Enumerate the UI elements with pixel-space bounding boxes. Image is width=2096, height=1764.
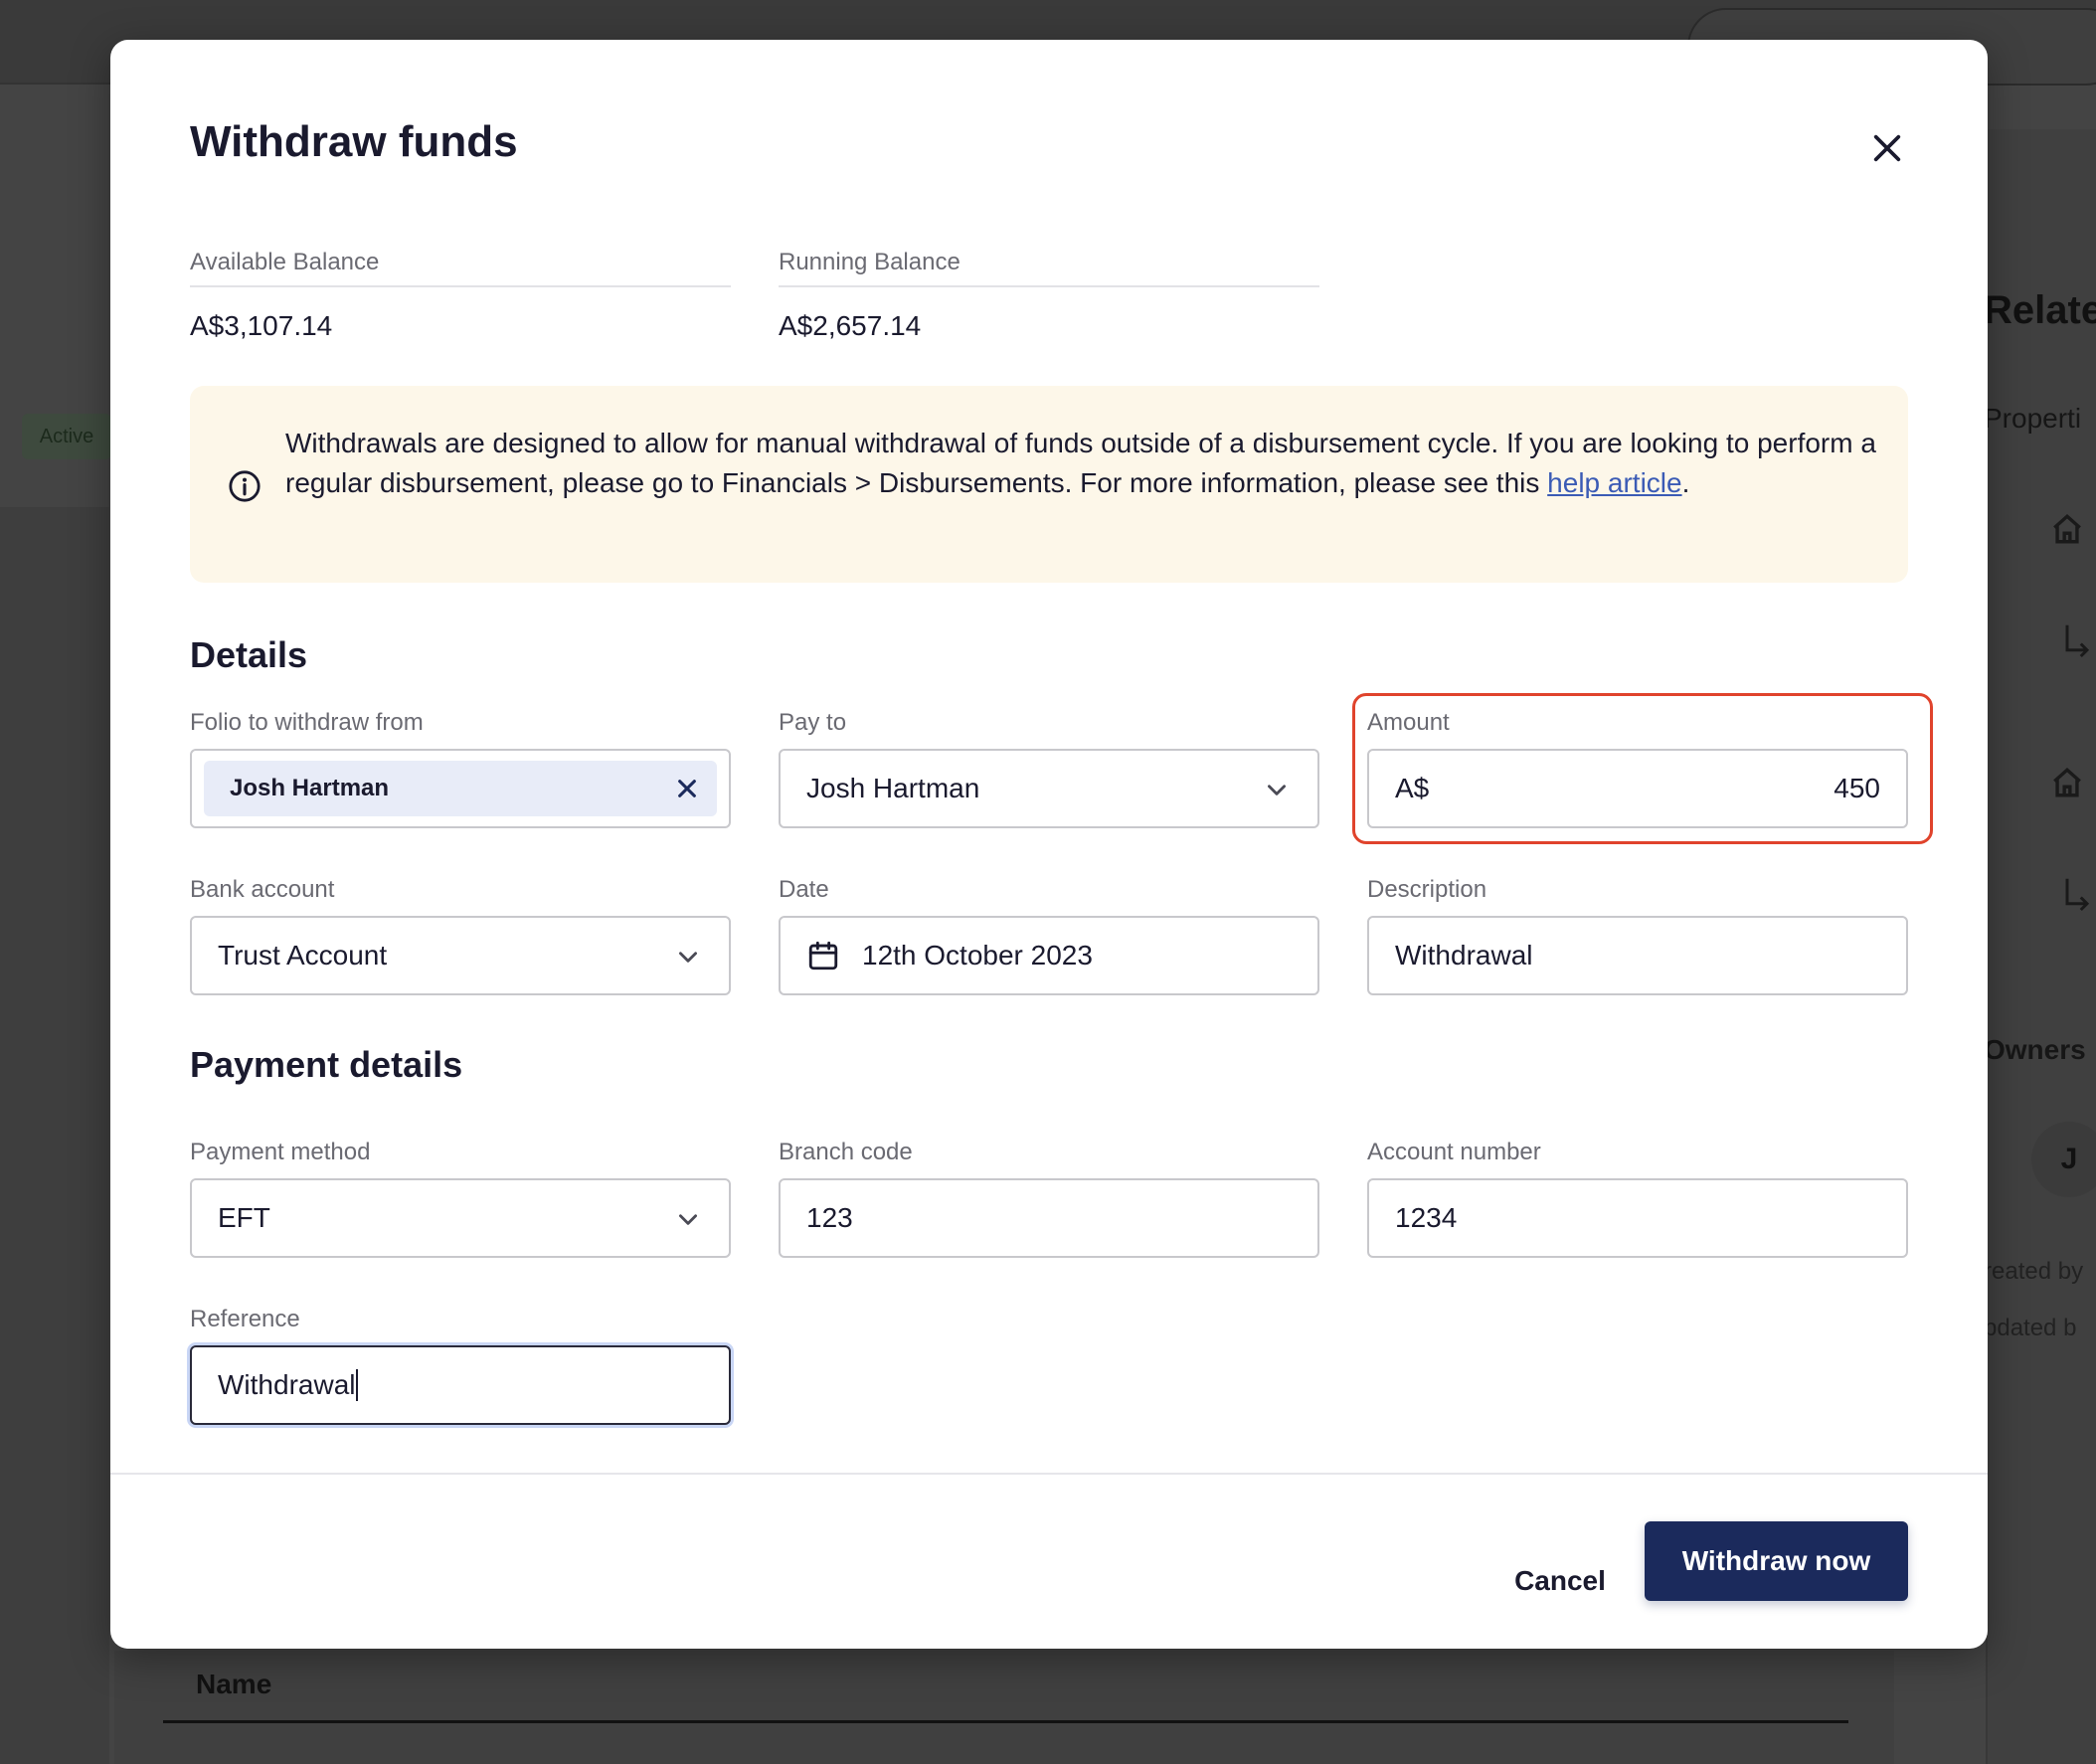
account-number-value: 1234 (1395, 1202, 1458, 1233)
description-input[interactable]: Withdrawal (1367, 916, 1908, 995)
info-text: Withdrawals are designed to allow for ma… (285, 424, 1876, 503)
branch-code-input[interactable]: 123 (779, 1178, 1319, 1258)
available-balance-label: Available Balance (190, 249, 380, 275)
house-icon (2053, 513, 2081, 544)
available-balance-value: A$3,107.14 (190, 310, 333, 341)
remove-folio-button[interactable] (671, 773, 703, 804)
branch-arrow-icon (2065, 878, 2090, 912)
withdraw-funds-modal: Withdraw funds Available Balance A$3,107… (110, 40, 1988, 1649)
branch-arrow-icon (2065, 624, 2090, 658)
close-icon (1873, 134, 1901, 162)
footer-divider (110, 1473, 1988, 1475)
account-number-label: Account number (1367, 1139, 1541, 1165)
related-heading: Relate (1984, 288, 2096, 332)
calendar-icon (808, 941, 838, 970)
bank-account-value: Trust Account (218, 940, 388, 970)
divider (190, 285, 731, 287)
date-label: Date (779, 876, 829, 903)
bank-account-label: Bank account (190, 876, 335, 903)
pay-to-value: Josh Hartman (806, 773, 980, 803)
bank-account-select[interactable]: Trust Account (190, 916, 731, 995)
folio-chip-label: Josh Hartman (230, 775, 390, 801)
date-value: 12th October 2023 (862, 940, 1093, 970)
running-balance-label: Running Balance (779, 249, 961, 275)
table-divider (163, 1720, 1848, 1723)
folio-chip: Josh Hartman (204, 761, 717, 816)
branch-code-value: 123 (806, 1202, 853, 1233)
modal-title: Withdraw funds (190, 117, 518, 166)
amount-input[interactable]: A$ 450 (1367, 749, 1908, 828)
left-column (0, 507, 109, 1764)
related-panel (1986, 129, 2096, 1764)
details-heading: Details (190, 634, 308, 675)
folio-select[interactable]: Josh Hartman (190, 749, 731, 828)
payment-method-value: EFT (218, 1202, 270, 1233)
cancel-button[interactable]: Cancel (1485, 1541, 1635, 1621)
updated-by-label: pdated b (1984, 1315, 2077, 1341)
house-icon (2053, 767, 2081, 797)
created-by-label: reated by (1984, 1258, 2084, 1285)
pay-to-select[interactable]: Josh Hartman (779, 749, 1319, 828)
reference-value: Withdrawal (218, 1369, 356, 1400)
chevron-down-icon (679, 952, 697, 963)
info-message-end: . (1681, 467, 1690, 498)
status-badge: Active (22, 414, 111, 459)
divider (779, 285, 1319, 287)
reference-input[interactable]: Withdrawal (190, 1345, 731, 1425)
withdraw-now-button[interactable]: Withdraw now (1645, 1521, 1908, 1601)
folio-label: Folio to withdraw from (190, 709, 424, 736)
owners-label: Owners (1984, 1034, 2086, 1065)
amount-label: Amount (1367, 709, 1450, 736)
reference-label: Reference (190, 1306, 300, 1332)
chevron-down-icon (1268, 785, 1286, 795)
background-table (114, 1651, 1894, 1764)
pay-to-label: Pay to (779, 709, 847, 736)
payment-details-heading: Payment details (190, 1044, 463, 1085)
close-button[interactable] (1860, 121, 1914, 175)
description-value: Withdrawal (1395, 940, 1533, 970)
payment-method-select[interactable]: EFT (190, 1178, 731, 1258)
properties-label: Properti (1984, 403, 2082, 434)
text-caret (356, 1369, 359, 1401)
branch-code-label: Branch code (779, 1139, 913, 1165)
amount-value: 450 (1834, 773, 1880, 803)
info-icon (229, 470, 261, 502)
description-label: Description (1367, 876, 1487, 903)
payment-method-label: Payment method (190, 1139, 371, 1165)
account-number-input[interactable]: 1234 (1367, 1178, 1908, 1258)
help-article-link[interactable]: help article (1547, 467, 1681, 498)
currency-prefix: A$ (1395, 773, 1430, 803)
close-icon (678, 780, 696, 797)
table-header-name: Name (196, 1669, 272, 1699)
chevron-down-icon (679, 1214, 697, 1225)
info-banner: Withdrawals are designed to allow for ma… (190, 386, 1908, 583)
running-balance-value: A$2,657.14 (779, 310, 922, 341)
date-picker[interactable]: 12th October 2023 (779, 916, 1319, 995)
